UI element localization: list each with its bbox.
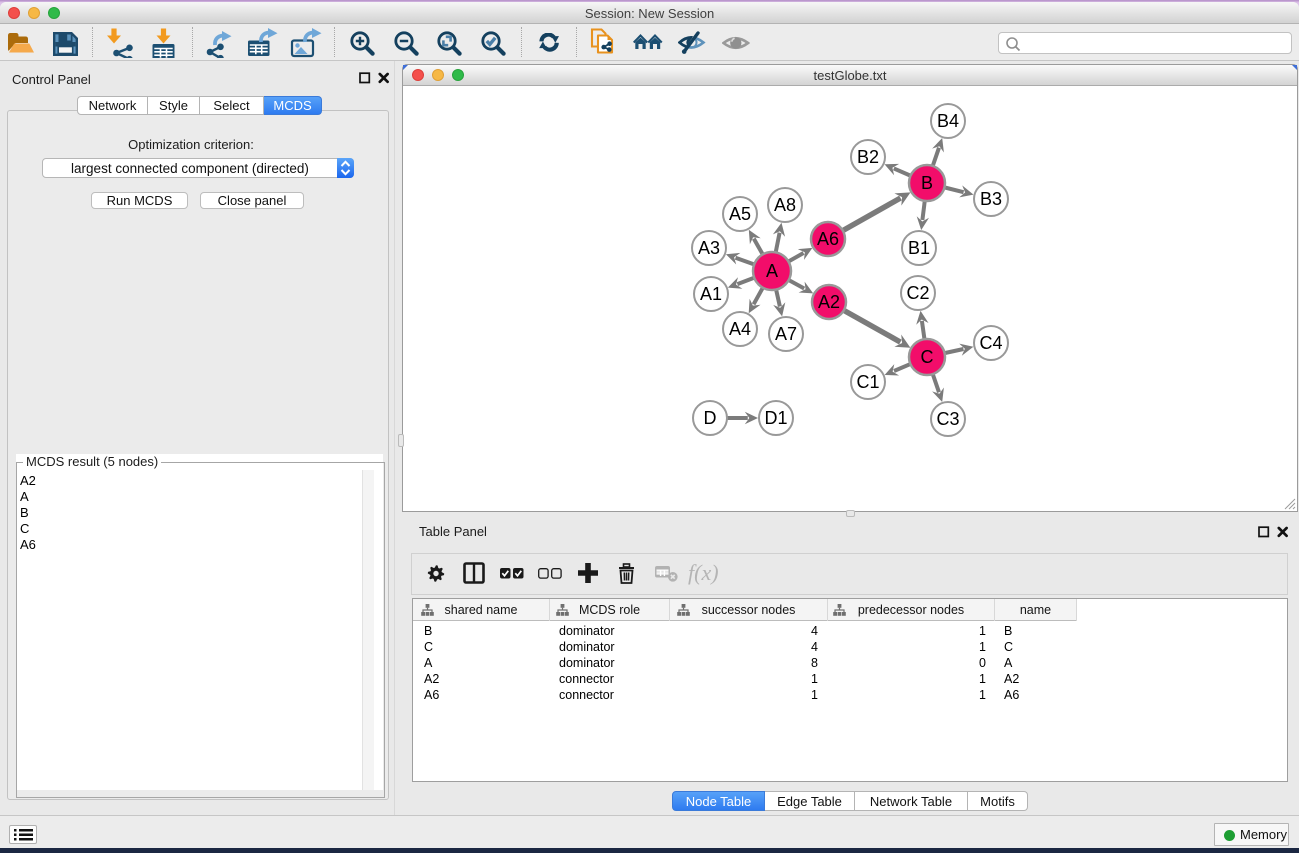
svg-text:B2: B2 xyxy=(857,147,879,167)
svg-text:A8: A8 xyxy=(774,195,796,215)
svg-text:A6: A6 xyxy=(817,229,839,249)
svg-text:A5: A5 xyxy=(729,204,751,224)
svg-text:C3: C3 xyxy=(936,409,959,429)
svg-text:D: D xyxy=(704,408,717,428)
svg-text:A4: A4 xyxy=(729,319,751,339)
svg-text:B4: B4 xyxy=(937,111,959,131)
svg-text:B3: B3 xyxy=(980,189,1002,209)
svg-text:D1: D1 xyxy=(764,408,787,428)
svg-text:C1: C1 xyxy=(856,372,879,392)
svg-text:C4: C4 xyxy=(979,333,1002,353)
svg-text:C2: C2 xyxy=(906,283,929,303)
svg-text:B1: B1 xyxy=(908,238,930,258)
svg-text:A1: A1 xyxy=(700,284,722,304)
svg-text:C: C xyxy=(921,347,934,367)
svg-text:B: B xyxy=(921,173,933,193)
svg-text:A: A xyxy=(766,261,778,281)
svg-text:A2: A2 xyxy=(818,292,840,312)
svg-text:A7: A7 xyxy=(775,324,797,344)
svg-text:A3: A3 xyxy=(698,238,720,258)
